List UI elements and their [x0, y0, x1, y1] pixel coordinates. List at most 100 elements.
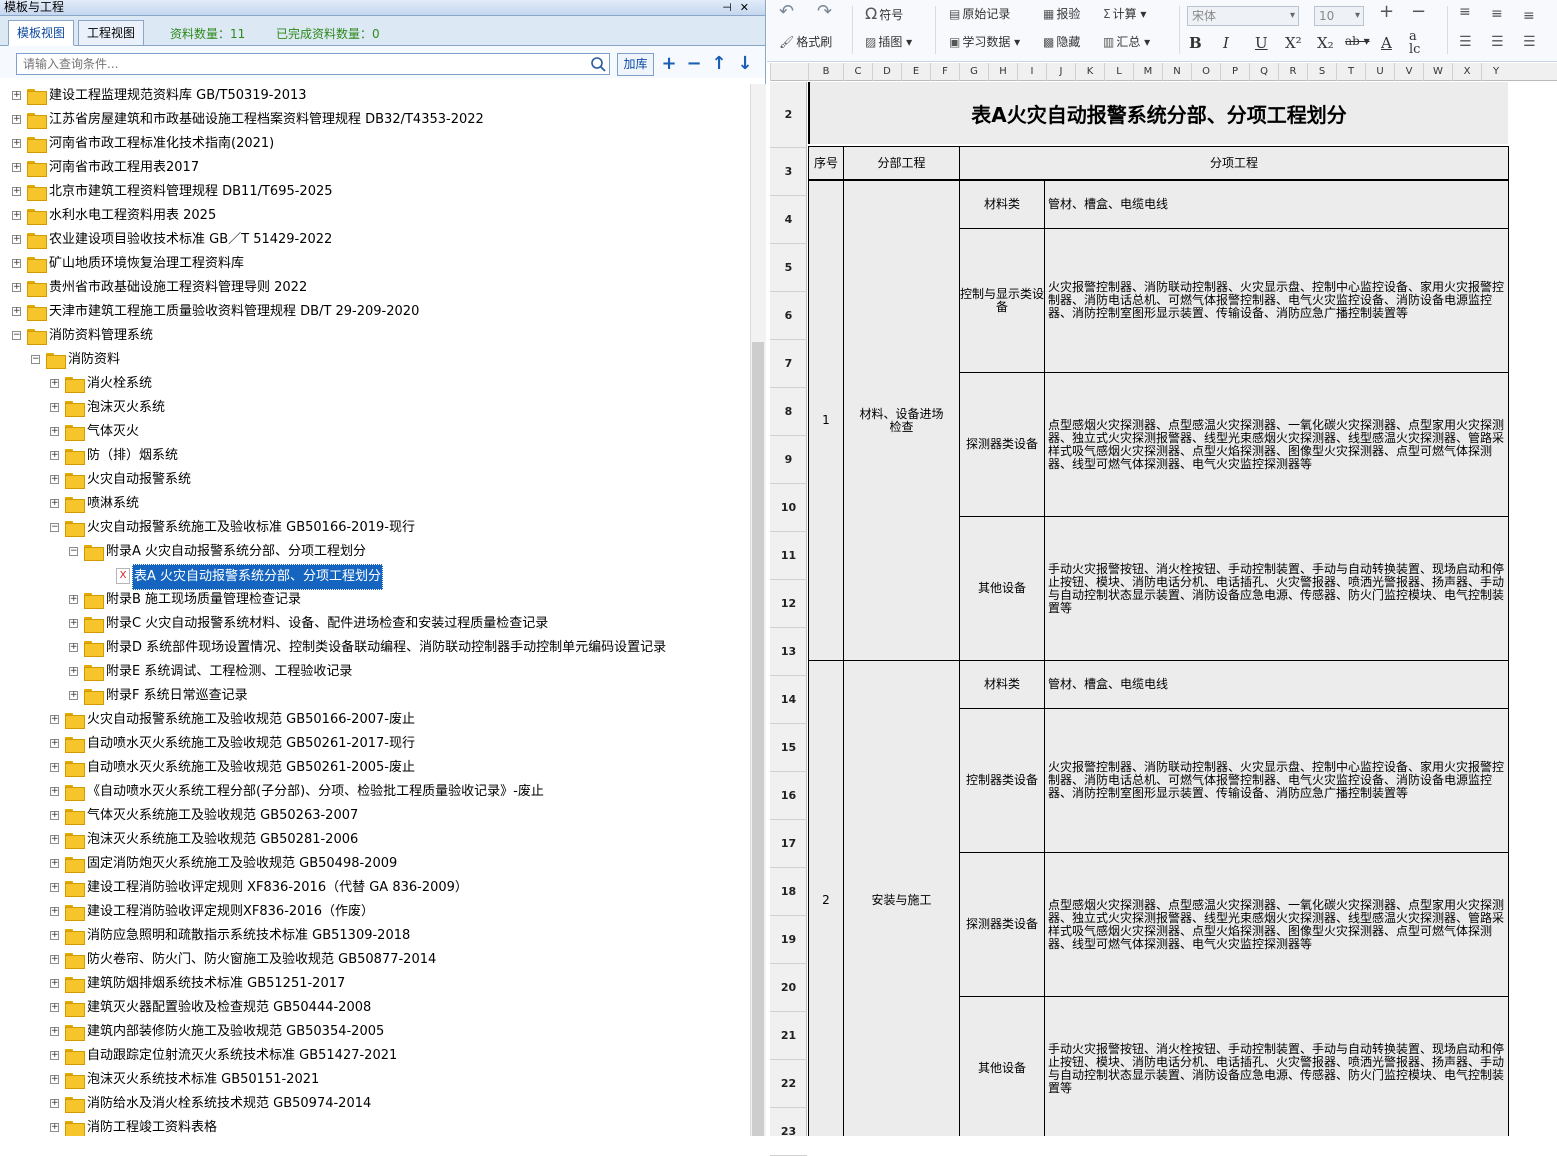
expand-icon[interactable]: + [12, 91, 21, 100]
row-header-cell[interactable]: 21 [770, 1012, 807, 1060]
tree-item[interactable]: + 消防应急照明和疏散指示系统技术标准 GB51309-2018 [0, 924, 750, 948]
expand-icon[interactable]: + [12, 211, 21, 220]
tree-item[interactable]: + 建设工程消防验收评定规则 XF836-2016（代替 GA 836-2009） [0, 876, 750, 900]
align-right-icon[interactable]: ☰ [1523, 34, 1536, 50]
expand-icon[interactable]: + [50, 1027, 59, 1036]
row-header-cell[interactable]: 3 [770, 148, 807, 196]
row-header-cell[interactable]: 17 [770, 820, 807, 868]
column-header-cell[interactable]: D [872, 63, 901, 81]
expand-icon[interactable]: + [50, 739, 59, 748]
align-bottom-icon[interactable]: ≡ [1523, 8, 1535, 24]
tree-item[interactable]: + 建设工程消防验收评定规则XF836-2016（作废） [0, 900, 750, 924]
item-name-cell[interactable]: 材料类 [959, 180, 1045, 229]
tree-item[interactable]: + 固定消防炮灭火系统施工及验收规范 GB50498-2009 [0, 852, 750, 876]
expand-icon[interactable]: + [50, 1003, 59, 1012]
collapse-icon[interactable]: − [31, 355, 40, 364]
tree-item[interactable]: + 附录C 火灾自动报警系统材料、设备、配件进场检查和安装过程质量检查记录 [0, 612, 750, 636]
expand-icon[interactable]: + [50, 1051, 59, 1060]
align-left-icon[interactable]: ☰ [1459, 34, 1472, 50]
bold-icon[interactable]: B [1189, 34, 1202, 52]
font-name-select[interactable]: 宋体 [1187, 6, 1299, 26]
expand-icon[interactable]: + [50, 403, 59, 412]
learn-data-button[interactable]: ▣ 学习数据 ▾ [949, 34, 1020, 50]
collapse-icon[interactable]: − [12, 331, 21, 340]
expand-icon[interactable]: + [50, 955, 59, 964]
row-header-cell[interactable]: 9 [770, 436, 807, 484]
expand-icon[interactable]: + [50, 499, 59, 508]
item-name-cell[interactable]: 探测器类设备 [959, 372, 1045, 517]
division-cell[interactable]: 材料、设备进场检查 [843, 180, 960, 661]
tree-item-file[interactable]: X 表A 火灾自动报警系统分部、分项工程划分 [0, 564, 750, 590]
item-name-cell[interactable]: 控制器类设备 [959, 708, 1045, 853]
tree-item[interactable]: + 建设工程监理规范资料库 GB/T50319-2013 [0, 84, 750, 108]
tree-item[interactable]: − 消防资料管理系统 [0, 324, 750, 348]
expand-icon[interactable]: + [50, 835, 59, 844]
row-header-cell[interactable]: 4 [770, 196, 807, 244]
tree-scrollbar-thumb[interactable] [752, 342, 764, 1136]
expand-icon[interactable]: + [12, 115, 21, 124]
expand-icon[interactable]: + [12, 235, 21, 244]
collapse-icon[interactable]: − [69, 547, 78, 556]
column-header-cell[interactable]: E [901, 63, 930, 81]
item-content-cell[interactable]: 火灾报警控制器、消防联动控制器、火灾显示盘、控制中心监控设备、家用火灾报警控制器… [1044, 228, 1509, 373]
expand-icon[interactable]: + [50, 475, 59, 484]
row-header-cell[interactable]: 11 [770, 532, 807, 580]
select-all-corner[interactable] [770, 63, 808, 81]
tree-item[interactable]: + 北京市建筑工程资料管理规程 DB11/T695-2025 [0, 180, 750, 204]
tree-item[interactable]: + 附录D 系统部件现场设置情况、控制类设备联动编程、消防联动控制器手动控制单元编… [0, 636, 750, 660]
column-header-cell[interactable]: X [1452, 63, 1481, 81]
tree-item[interactable]: + 泡沫灭火系统 [0, 396, 750, 420]
row-header-cell[interactable]: 10 [770, 484, 807, 532]
font-size-select[interactable]: 10 [1314, 6, 1364, 26]
row-header-cell[interactable]: 2 [770, 82, 807, 148]
tree-item[interactable]: + 江苏省房屋建筑和市政基础设施工程档案资料管理规程 DB32/T4353-202… [0, 108, 750, 132]
pin-icon[interactable]: ⊣✕ [722, 0, 757, 15]
tree-item[interactable]: + 矿山地质环境恢复治理工程资料库 [0, 252, 750, 276]
original-record-button[interactable]: ▤ 原始记录 [949, 6, 1010, 22]
row-header-cell[interactable]: 14 [770, 676, 807, 724]
column-header-cell[interactable]: B [808, 63, 843, 81]
header-cell-no[interactable]: 序号 [808, 146, 844, 180]
item-name-cell[interactable]: 材料类 [959, 660, 1045, 709]
expand-icon[interactable]: + [50, 715, 59, 724]
symbol-button[interactable]: Ω 符号 [865, 6, 903, 23]
insert-image-button[interactable]: ▨ 插图 ▾ [865, 34, 912, 50]
tree-item[interactable]: + 气体灭火系统施工及验收规范 GB50263-2007 [0, 804, 750, 828]
pinyin-icon[interactable]: a lc [1409, 30, 1420, 56]
expand-icon[interactable]: + [69, 643, 78, 652]
expand-icon[interactable]: + [12, 259, 21, 268]
tree-item[interactable]: + 防火卷帘、防火门、防火窗施工及验收规范 GB50877-2014 [0, 948, 750, 972]
row-header-cell[interactable]: 6 [770, 292, 807, 340]
expand-icon[interactable]: + [50, 859, 59, 868]
tree-item[interactable]: + 贵州省市政基础设施工程资料管理导则 2022 [0, 276, 750, 300]
move-up-icon[interactable]: ↑ [708, 53, 730, 75]
align-middle-icon[interactable]: ≡ [1491, 6, 1503, 22]
tree-item[interactable]: + 消防工程竣工资料表格 [0, 1116, 750, 1136]
column-header-cell[interactable]: W [1423, 63, 1452, 81]
column-header-cell[interactable]: M [1133, 63, 1162, 81]
row-header-cell[interactable]: 8 [770, 388, 807, 436]
item-content-cell[interactable]: 管材、槽盒、电缆电线 [1044, 180, 1509, 229]
item-name-cell[interactable]: 控制与显示类设备 [959, 228, 1045, 373]
column-header-cell[interactable]: H [988, 63, 1017, 81]
tree-item[interactable]: + 火灾自动报警系统 [0, 468, 750, 492]
group-number-cell[interactable]: 2 [808, 660, 844, 1136]
column-header-cell[interactable]: G [959, 63, 988, 81]
tree-item[interactable]: + 泡沫灭火系统技术标准 GB50151-2021 [0, 1068, 750, 1092]
expand-icon[interactable]: + [50, 787, 59, 796]
row-header-cell[interactable]: 22 [770, 1060, 807, 1108]
align-top-icon[interactable]: ≡ [1459, 4, 1471, 20]
tree-item[interactable]: + 建筑防烟排烟系统技术标准 GB51251-2017 [0, 972, 750, 996]
add-library-button[interactable]: 加库 [617, 53, 654, 76]
tree-item[interactable]: − 附录A 火灾自动报警系统分部、分项工程划分 [0, 540, 750, 564]
item-content-cell[interactable]: 点型感烟火灾探测器、点型感温火灾探测器、一氧化碳火灾探测器、点型家用火灾探测器、… [1044, 852, 1509, 997]
row-header-cell[interactable]: 7 [770, 340, 807, 388]
column-header-cell[interactable]: S [1307, 63, 1336, 81]
column-header-cell[interactable]: V [1394, 63, 1423, 81]
subscript-icon[interactable]: X₂ [1317, 34, 1334, 52]
row-header-cell[interactable]: 16 [770, 772, 807, 820]
tree-item[interactable]: + 火灾自动报警系统施工及验收规范 GB50166-2007-废止 [0, 708, 750, 732]
decrease-font-icon[interactable]: − [1411, 3, 1426, 21]
search-input[interactable] [16, 53, 610, 75]
expand-icon[interactable]: + [69, 691, 78, 700]
